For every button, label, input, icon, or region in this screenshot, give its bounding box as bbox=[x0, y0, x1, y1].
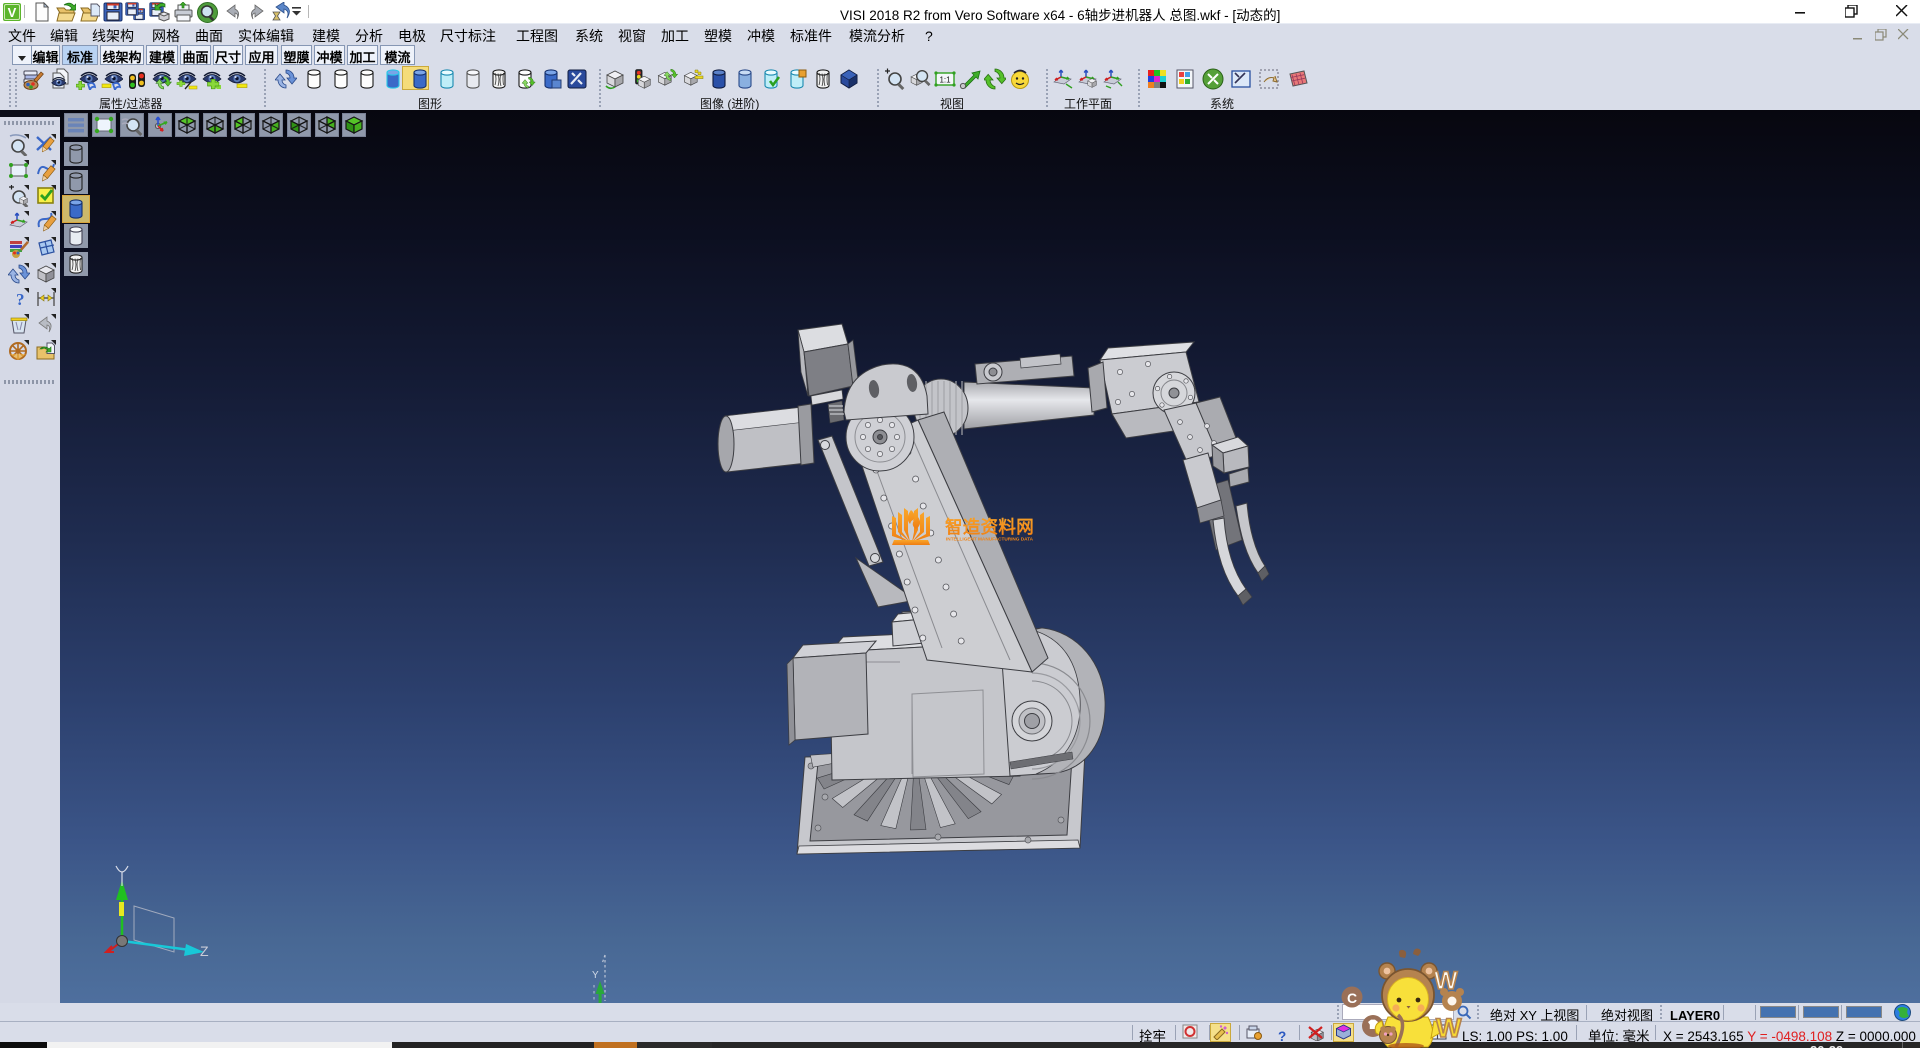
svg-text:1:1: 1:1 bbox=[939, 76, 951, 85]
svg-text:Y: Y bbox=[592, 970, 599, 981]
svg-text:Z: Z bbox=[200, 943, 209, 959]
svg-text:W: W bbox=[1436, 1013, 1462, 1043]
svg-text:V: V bbox=[8, 5, 17, 20]
svg-text:C: C bbox=[1347, 990, 1357, 1006]
svg-text:INTELLIGENT MANUFACTURING DATA: INTELLIGENT MANUFACTURING DATA bbox=[946, 537, 1034, 542]
svg-text:智造资料网: 智造资料网 bbox=[945, 514, 1034, 539]
